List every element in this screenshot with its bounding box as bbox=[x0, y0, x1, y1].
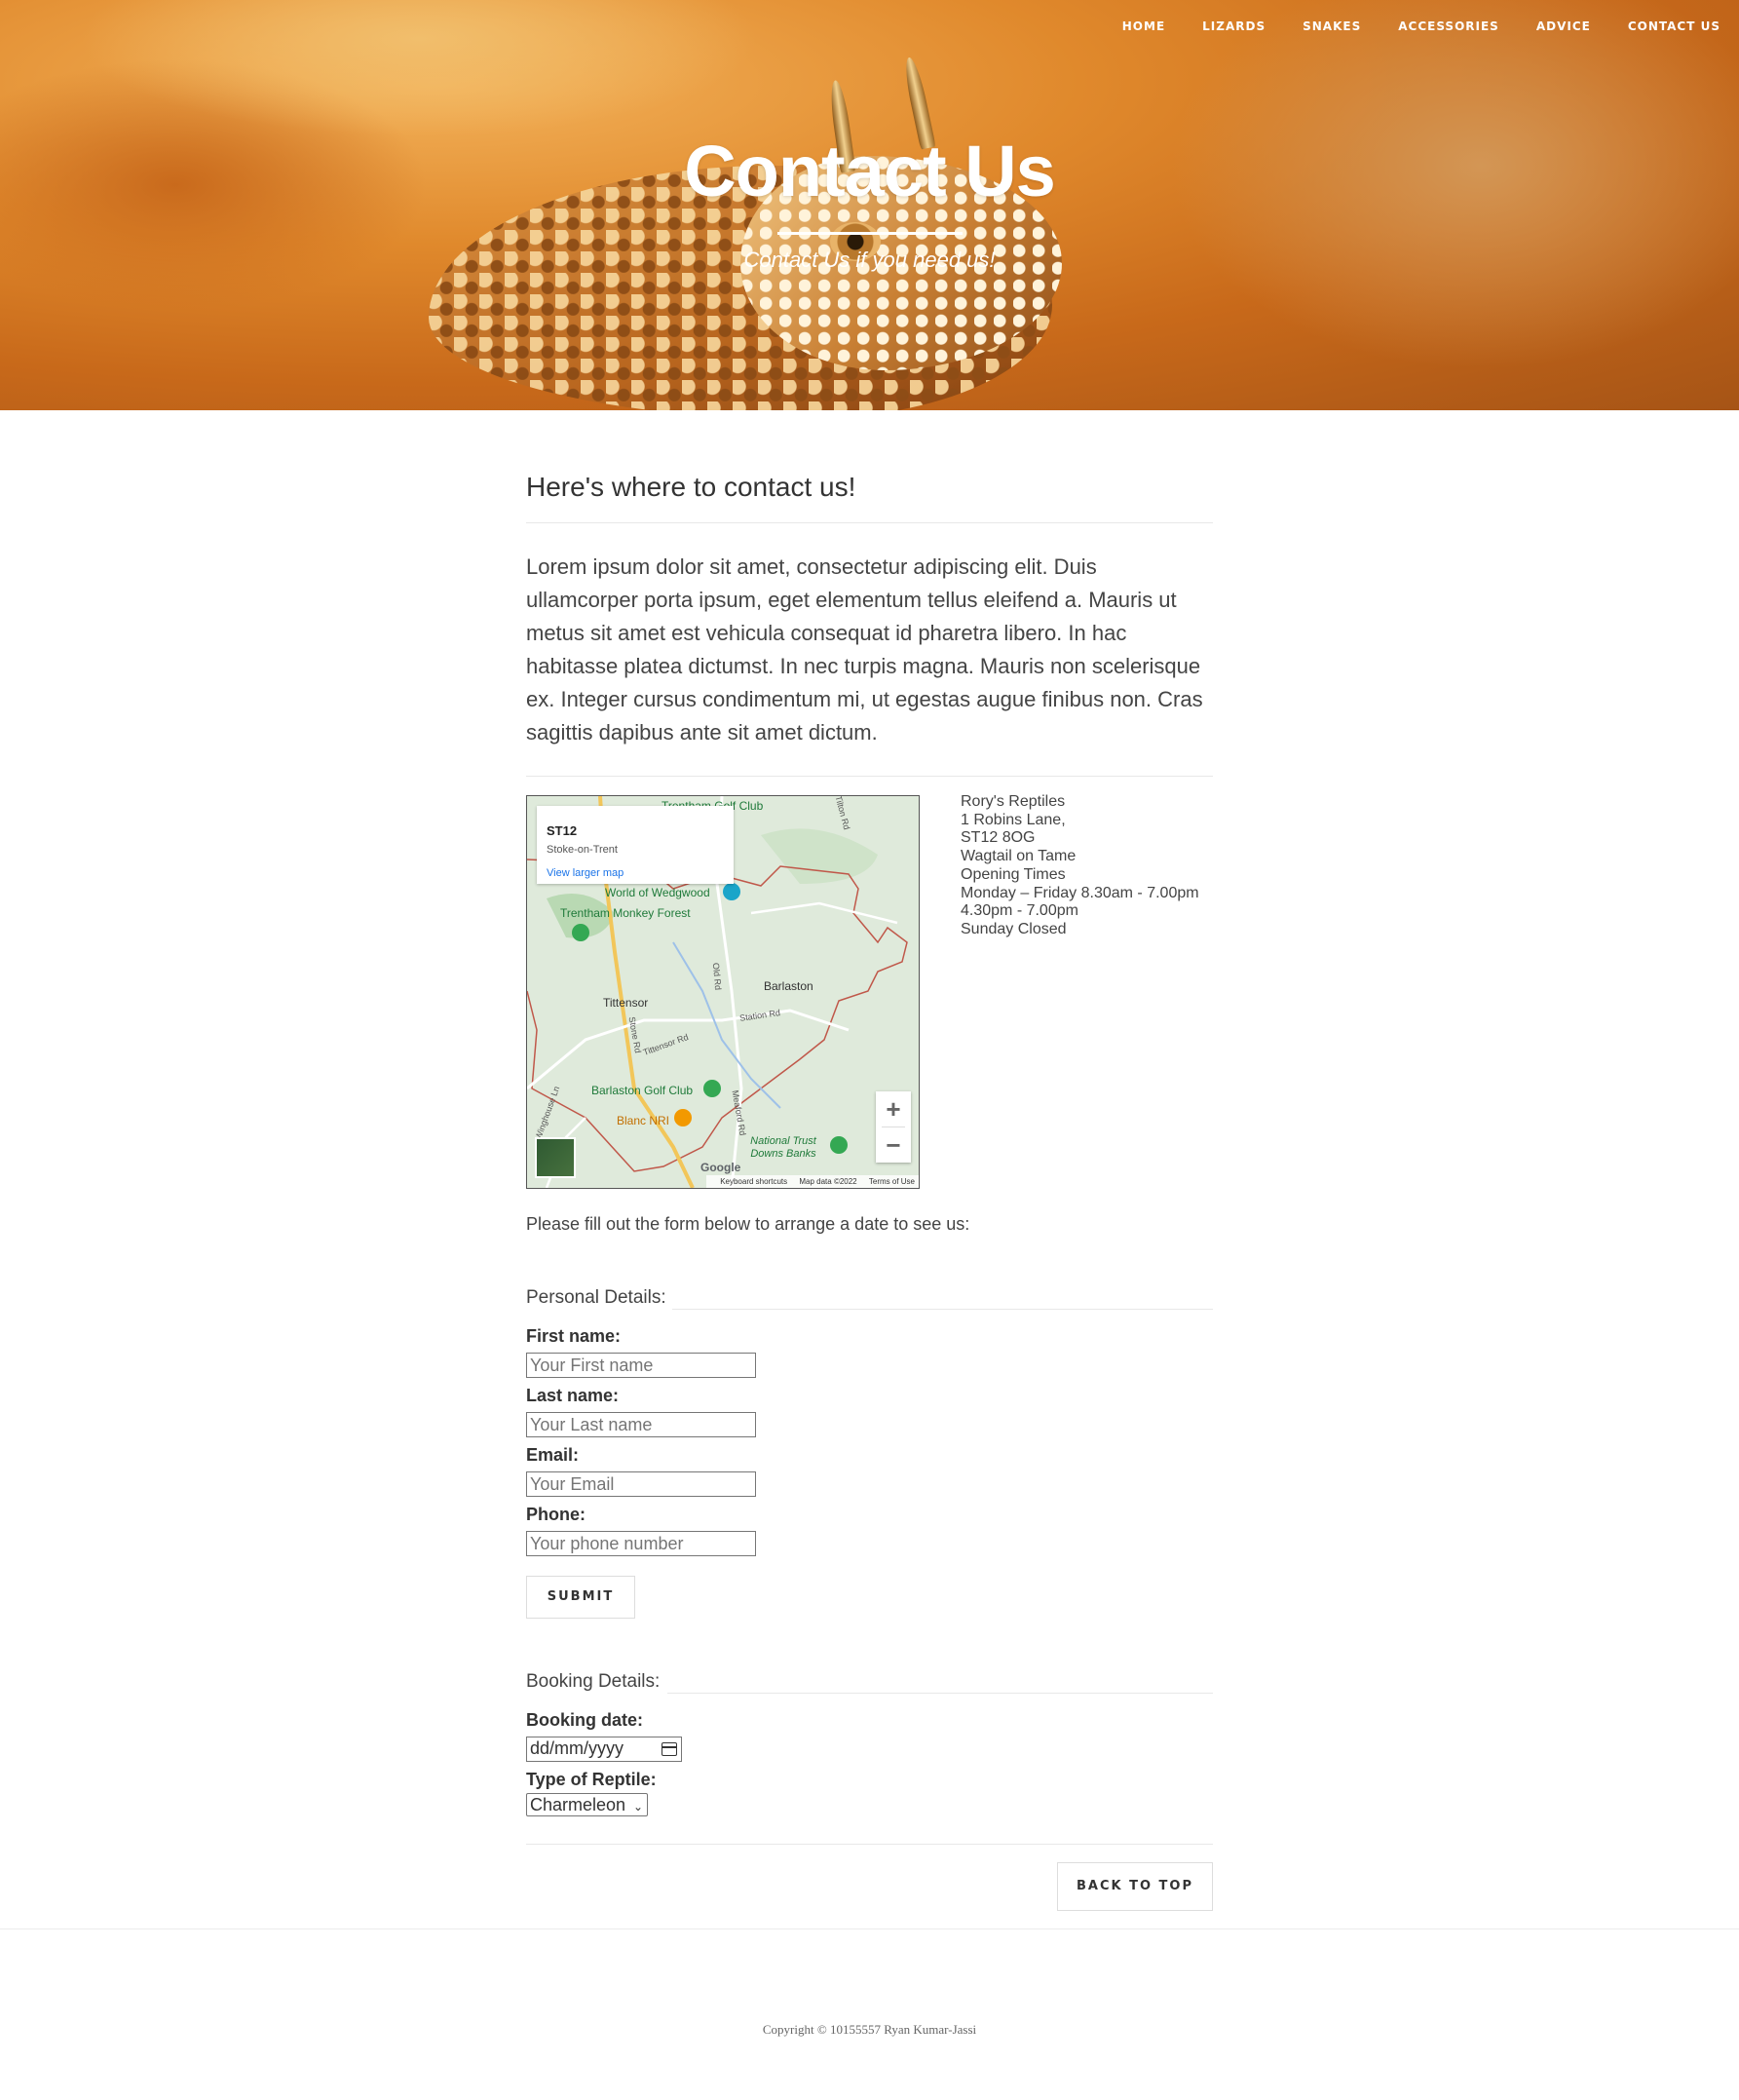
reptile-type-label: Type of Reptile: bbox=[526, 1770, 657, 1789]
phone-input[interactable] bbox=[526, 1531, 756, 1556]
form-intro: Please fill out the form below to arrang… bbox=[526, 1214, 970, 1234]
address-town: Wagtail on Tame bbox=[961, 848, 1077, 865]
map-pin-golf bbox=[703, 1080, 721, 1097]
phone-label: Phone: bbox=[526, 1505, 586, 1524]
map-label: Trentham Monkey Forest bbox=[560, 906, 691, 920]
map-label: Tittensor bbox=[603, 996, 649, 1010]
map-pin-wedgwood bbox=[723, 883, 740, 900]
page-subtitle: Contact Us if you need us! bbox=[743, 248, 996, 272]
nav-accessories[interactable]: ACCESSORIES bbox=[1380, 19, 1518, 33]
submit-button[interactable]: SUBMIT bbox=[526, 1576, 635, 1619]
reptile-type-select[interactable]: Charmeleon ⌄ bbox=[526, 1793, 648, 1816]
email-input[interactable] bbox=[526, 1471, 756, 1497]
google-logo: Google bbox=[700, 1161, 741, 1174]
footer-divider bbox=[0, 1928, 1739, 1929]
map-label: Blanc NRI bbox=[617, 1114, 670, 1127]
map-label: Barlaston Golf Club bbox=[591, 1084, 694, 1097]
opening-times-heading: Opening Times bbox=[961, 865, 1066, 883]
booking-date-label: Booking date: bbox=[526, 1710, 643, 1730]
zoom-in-button[interactable]: + bbox=[876, 1091, 911, 1126]
section-heading: Here's where to contact us! bbox=[526, 472, 856, 502]
nav-advice[interactable]: ADVICE bbox=[1518, 19, 1609, 33]
calendar-icon[interactable] bbox=[662, 1742, 677, 1756]
lead-paragraph: Lorem ipsum dolor sit amet, consectetur … bbox=[526, 554, 1203, 745]
hero-banner: HOME LIZARDS SNAKES ACCESSORIES ADVICE C… bbox=[0, 0, 1739, 410]
map-footer: Keyboard shortcuts Map data ©2022 Terms … bbox=[706, 1175, 919, 1188]
opening-times-extra: 4.30pm - 7.00pm bbox=[961, 902, 1078, 920]
booking-date-value: dd/mm/yyyy bbox=[530, 1738, 624, 1758]
embedded-map[interactable]: Trentham Golf Club World of Wedgwood Tre… bbox=[526, 795, 920, 1189]
map-pin-restaurant bbox=[674, 1109, 692, 1126]
keyboard-shortcuts-link[interactable]: Keyboard shortcuts bbox=[720, 1177, 787, 1186]
divider bbox=[526, 776, 1213, 777]
view-larger-map-link[interactable]: View larger map bbox=[547, 867, 724, 879]
map-label: World of Wedgwood bbox=[605, 886, 710, 899]
copyright-text: Copyright © 10155557 Ryan Kumar-Jassi bbox=[762, 2022, 977, 2037]
divider bbox=[526, 522, 1213, 523]
address-block: Rory's Reptiles 1 Robins Lane, ST12 8OG … bbox=[961, 793, 1199, 939]
nav-lizards[interactable]: LIZARDS bbox=[1184, 19, 1284, 33]
opening-times-weekday: Monday – Friday 8.30am - 7.00pm bbox=[961, 884, 1199, 901]
back-to-top-button[interactable]: BACK TO TOP bbox=[1057, 1862, 1213, 1911]
title-divider bbox=[777, 232, 963, 235]
address-postcode: ST12 8OG bbox=[961, 829, 1036, 847]
zoom-out-button[interactable]: − bbox=[876, 1127, 911, 1163]
map-card-subtitle: Stoke-on-Trent bbox=[547, 844, 618, 856]
map-label: National Trust Downs Banks bbox=[750, 1135, 816, 1160]
main-nav: HOME LIZARDS SNAKES ACCESSORIES ADVICE C… bbox=[1104, 19, 1739, 33]
booking-details-legend: Booking Details: bbox=[526, 1671, 661, 1692]
satellite-toggle[interactable] bbox=[535, 1137, 576, 1178]
last-name-input[interactable] bbox=[526, 1412, 756, 1437]
first-name-input[interactable] bbox=[526, 1353, 756, 1378]
map-pin-monkey-forest bbox=[572, 924, 589, 941]
email-label: Email: bbox=[526, 1445, 580, 1465]
chevron-down-icon: ⌄ bbox=[632, 1800, 643, 1814]
booking-date-input[interactable]: dd/mm/yyyy bbox=[526, 1737, 682, 1762]
personal-details-legend: Personal Details: bbox=[526, 1287, 666, 1308]
first-name-label: First name: bbox=[526, 1326, 622, 1346]
map-card-title: ST12 bbox=[547, 823, 578, 838]
map-label: Barlaston bbox=[764, 979, 813, 993]
opening-times-sunday: Sunday Closed bbox=[961, 920, 1067, 937]
business-name: Rory's Reptiles bbox=[961, 793, 1066, 810]
divider bbox=[667, 1693, 1213, 1694]
divider bbox=[672, 1309, 1213, 1310]
nav-home[interactable]: HOME bbox=[1104, 19, 1184, 33]
nav-snakes[interactable]: SNAKES bbox=[1284, 19, 1380, 33]
map-zoom-controls: + − bbox=[876, 1091, 911, 1163]
map-pin-national-trust bbox=[830, 1136, 848, 1154]
map-data-text: Map data ©2022 bbox=[799, 1177, 857, 1186]
reptile-type-value: Charmeleon bbox=[530, 1795, 626, 1814]
nav-contact-us[interactable]: CONTACT US bbox=[1609, 19, 1739, 33]
last-name-label: Last name: bbox=[526, 1386, 620, 1405]
terms-of-use-link[interactable]: Terms of Use bbox=[869, 1177, 915, 1186]
divider bbox=[526, 1844, 1213, 1845]
map-info-card: ST12 Stoke-on-Trent View larger map bbox=[537, 806, 734, 884]
address-line: 1 Robins Lane, bbox=[961, 811, 1066, 828]
page-title: Contact Us bbox=[684, 131, 1056, 211]
